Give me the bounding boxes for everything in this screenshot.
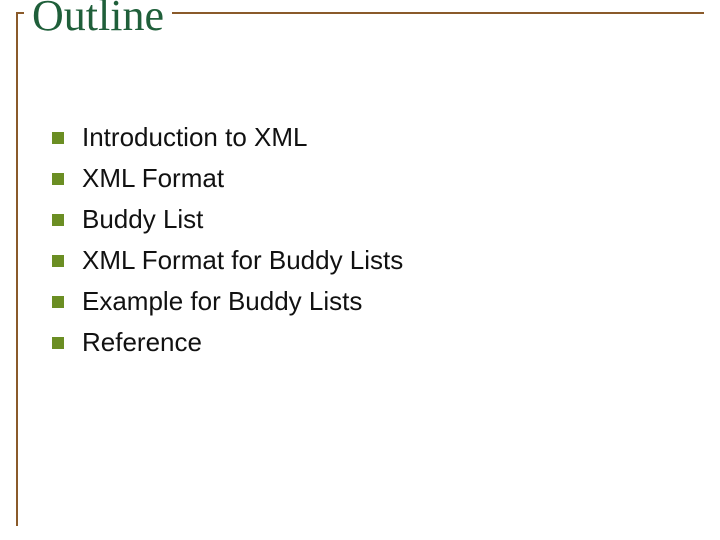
square-bullet-icon — [52, 255, 64, 267]
list-item: XML Format — [52, 161, 680, 196]
square-bullet-icon — [52, 337, 64, 349]
square-bullet-icon — [52, 173, 64, 185]
list-item-label: Introduction to XML — [82, 120, 307, 155]
list-item-label: XML Format — [82, 161, 224, 196]
list-item: Introduction to XML — [52, 120, 680, 155]
list-item-label: XML Format for Buddy Lists — [82, 243, 403, 278]
slide-title: Outline — [24, 0, 172, 46]
list-item-label: Reference — [82, 325, 202, 360]
list-item: Example for Buddy Lists — [52, 284, 680, 319]
square-bullet-icon — [52, 132, 64, 144]
list-item-label: Buddy List — [82, 202, 203, 237]
list-item: XML Format for Buddy Lists — [52, 243, 680, 278]
list-item: Reference — [52, 325, 680, 360]
square-bullet-icon — [52, 214, 64, 226]
list-item-label: Example for Buddy Lists — [82, 284, 362, 319]
list-item: Buddy List — [52, 202, 680, 237]
square-bullet-icon — [52, 296, 64, 308]
bullet-list: Introduction to XML XML Format Buddy Lis… — [52, 120, 680, 367]
slide: Outline Introduction to XML XML Format B… — [0, 0, 720, 540]
rule-left — [16, 12, 18, 526]
